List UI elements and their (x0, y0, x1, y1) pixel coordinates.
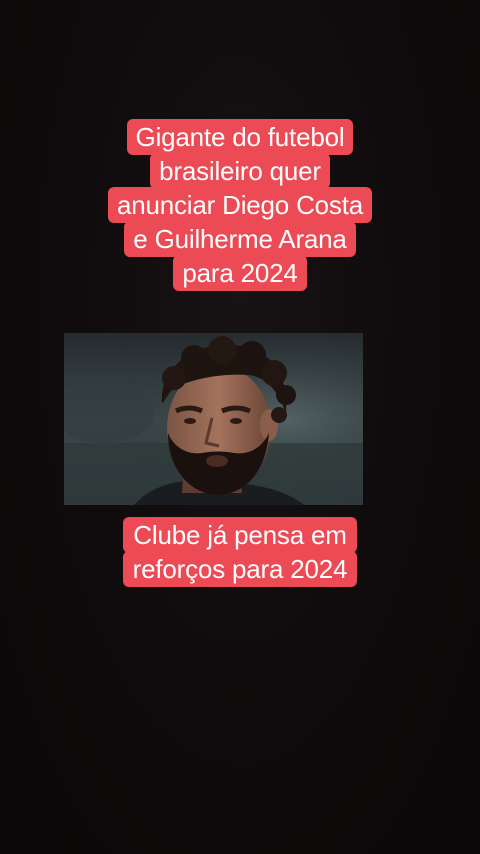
headline-line-3: anunciar Diego Costa (107, 187, 373, 223)
headline-line-5: para 2024 (173, 255, 307, 291)
video-frame: Gigante do futebol brasileiro quer anunc… (0, 0, 480, 854)
headline-line-1: Gigante do futebol (126, 119, 354, 155)
subheadline-line-2: reforços para 2024 (122, 551, 358, 587)
headline-line-2: brasileiro quer (150, 153, 330, 189)
headline-caption: Gigante do futebol brasileiro quer anunc… (0, 119, 480, 291)
headline-line-4: e Guilherme Arana (124, 221, 356, 257)
player-photo (64, 333, 363, 505)
subheadline-caption: Clube já pensa em reforços para 2024 (0, 517, 480, 587)
subheadline-line-1: Clube já pensa em (123, 517, 357, 553)
